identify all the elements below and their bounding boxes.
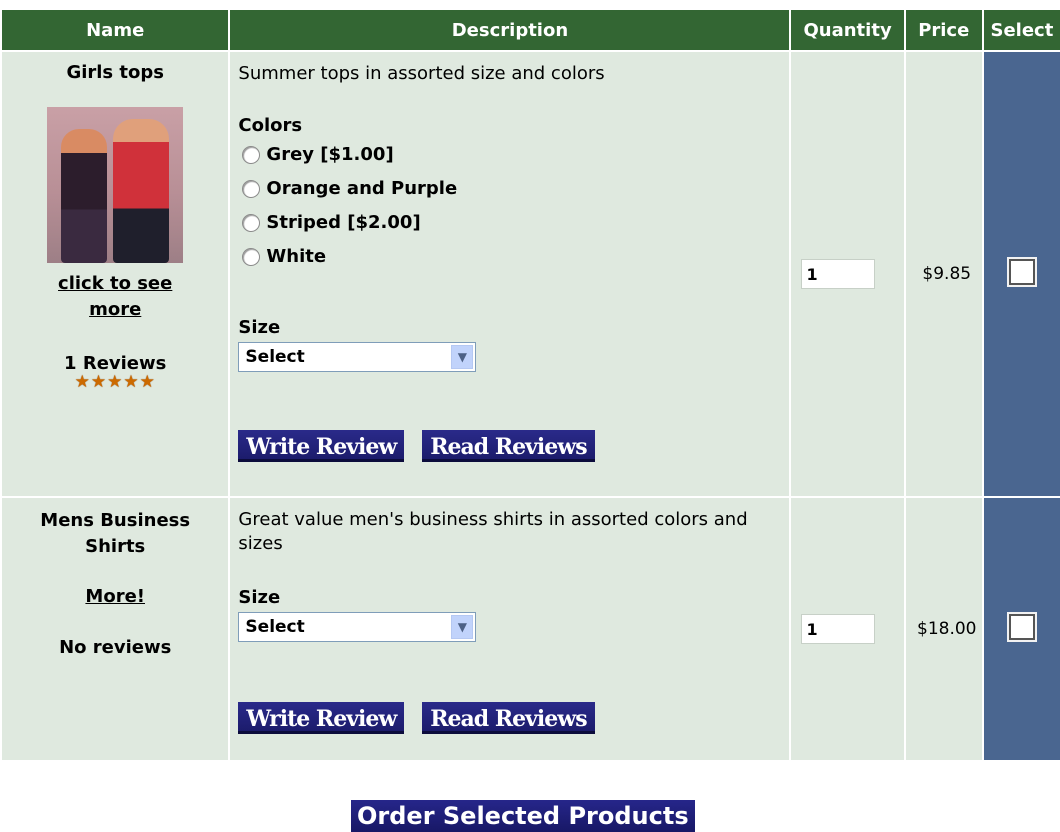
color-option-label: Grey [$1.00] [266,144,394,165]
product-description: Great value men's business shirts in ass… [238,509,748,554]
price-cell: $18.00 [905,498,982,760]
radio-button[interactable] [242,146,261,164]
size-select-value: Select [245,347,305,367]
quantity-cell: 1 [791,498,904,760]
see-more-link[interactable]: click to see more [58,273,172,320]
write-review-button[interactable]: Write Review [238,430,405,462]
price-cell: $9.85 [905,52,982,496]
product-photo[interactable] [47,107,184,263]
reviews-count: 1 Reviews [64,353,167,374]
size-select[interactable]: Select ▼ [238,342,477,372]
select-checkbox[interactable] [1006,257,1037,287]
product-name: Girls tops [66,62,164,83]
header-name: Name [2,10,229,50]
quantity-input[interactable]: 1 [801,614,876,644]
table-row: Girls tops click to see more 1 Reviews ★… [2,52,1060,496]
photo-figure-left [61,129,108,263]
more-link[interactable]: More! [85,586,145,607]
product-name-cell: Girls tops click to see more 1 Reviews ★… [2,52,229,496]
color-option[interactable]: Orange and Purple [238,172,781,206]
order-selected-products-button[interactable]: Order Selected Products [351,800,695,832]
write-review-button[interactable]: Write Review [238,702,405,734]
read-reviews-button[interactable]: Read Reviews [422,430,595,462]
color-option-label: White [266,246,327,267]
chevron-down-icon[interactable]: ▼ [451,345,474,369]
header-price: Price [905,10,982,50]
rating-stars-icon: ★★★★★ [74,372,156,392]
size-label: Size [238,587,281,608]
header-description: Description [230,10,790,50]
color-option-label: Striped [$2.00] [266,212,421,233]
select-cell [983,52,1060,496]
product-name: Mens Business Shirts [40,510,191,557]
size-select-value: Select [245,617,305,637]
product-description: Summer tops in assorted size and colors [238,63,605,84]
color-option[interactable]: Grey [$1.00] [238,138,781,172]
product-name-cell: Mens Business Shirts More! No reviews [2,498,229,760]
color-option-label: Orange and Purple [266,178,458,199]
select-cell [983,498,1060,760]
quantity-input[interactable]: 1 [801,259,876,289]
product-price: $18.00 [917,619,977,639]
color-option[interactable]: White [238,240,781,274]
radio-button[interactable] [242,248,261,266]
product-price: $9.85 [922,264,972,284]
chevron-down-icon[interactable]: ▼ [451,615,474,639]
products-table: Name Description Quantity Price Select G… [0,8,1060,762]
radio-button[interactable] [242,180,261,198]
size-label: Size [238,317,281,338]
colors-label: Colors [238,115,303,136]
product-description-cell: Summer tops in assorted size and colors … [230,52,790,496]
table-row: Mens Business Shirts More! No reviews Gr… [2,498,1060,760]
quantity-cell: 1 [791,52,904,496]
select-checkbox[interactable] [1006,612,1037,642]
read-reviews-button[interactable]: Read Reviews [422,702,595,734]
header-select: Select [983,10,1060,50]
photo-figure-right [113,119,170,263]
header-quantity: Quantity [791,10,904,50]
color-option[interactable]: Striped [$2.00] [238,206,781,240]
table-header-row: Name Description Quantity Price Select [2,10,1060,50]
product-description-cell: Great value men's business shirts in ass… [230,498,790,760]
reviews-count: No reviews [59,637,172,658]
size-select[interactable]: Select ▼ [238,612,477,642]
radio-button[interactable] [242,214,261,232]
